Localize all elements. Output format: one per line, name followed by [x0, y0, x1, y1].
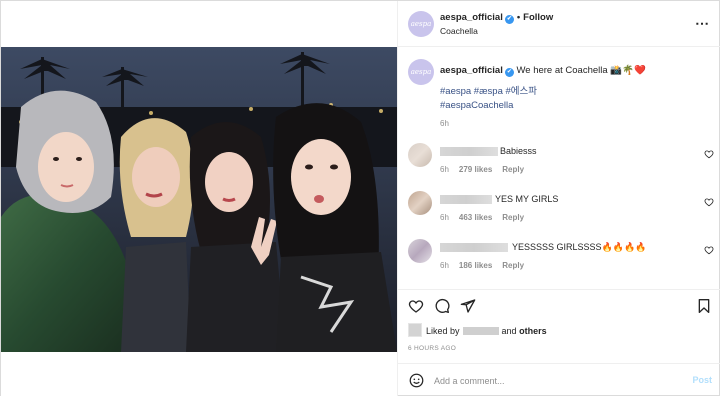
post-photo[interactable] [1, 47, 397, 352]
action-bar [398, 289, 720, 319]
comment-like-heart-icon[interactable] [704, 149, 714, 159]
author-line: aespa_official ✔ • Follow [440, 12, 553, 24]
likes-summary: Liked by and others [408, 323, 547, 337]
comment-likes[interactable]: 279 likes [459, 165, 492, 174]
comment-likes[interactable]: 186 likes [459, 261, 492, 270]
comment-text: YESSSSS GIRLSSSS🔥🔥🔥🔥 [512, 242, 647, 252]
comment-like-heart-icon[interactable] [704, 197, 714, 207]
post-header: aespa aespa_official ✔ • Follow Coachella ⋯ [398, 1, 720, 47]
comment-item: Babiesss 6h 279 likes Reply [398, 143, 720, 187]
comment-item: YES MY GIRLS 6h 463 likes Reply [398, 191, 720, 235]
comment-reply-button[interactable]: Reply [502, 213, 524, 222]
add-comment-bar: Post [398, 363, 720, 396]
author-username[interactable]: aespa_official [440, 12, 503, 23]
caption-text: We here at Coachella 📸🌴❤️ [516, 65, 646, 76]
comment-avatar[interactable] [408, 191, 432, 215]
caption-time: 6h [440, 119, 449, 128]
comment-meta: 6h 186 likes Reply [440, 261, 534, 270]
post-comment-button[interactable]: Post [692, 375, 712, 385]
liked-by-others-link[interactable]: others [519, 326, 547, 336]
photo-illustration [1, 47, 397, 352]
share-send-icon[interactable] [460, 298, 476, 314]
verified-badge-icon: ✔ [504, 15, 514, 24]
caption-username[interactable]: aespa_official [440, 65, 503, 76]
comment-reply-button[interactable]: Reply [502, 261, 524, 270]
post-timestamp[interactable]: 6 HOURS AGO [408, 345, 456, 352]
comment-item: YESSSSS GIRLSSSS🔥🔥🔥🔥 6h 186 likes Reply [398, 239, 720, 283]
emoji-smiley-icon[interactable] [409, 373, 424, 388]
liked-by-prefix: Liked by [426, 326, 460, 336]
comment-text: YES MY GIRLS [495, 194, 559, 204]
comment-like-heart-icon[interactable] [704, 245, 714, 255]
like-heart-icon[interactable] [408, 298, 424, 314]
liked-by-username-blurred[interactable] [462, 327, 499, 335]
comment-username-blurred[interactable] [440, 147, 498, 156]
comment-meta: 6h 463 likes Reply [440, 213, 534, 222]
caption-verified-icon: ✔ [504, 68, 514, 77]
comment-avatar[interactable] [408, 143, 432, 167]
more-options-icon[interactable]: ⋯ [695, 15, 710, 32]
caption-hashtags: #aespa #æspa #에스파 #aespaCoachella [440, 85, 537, 113]
add-comment-input[interactable] [434, 373, 674, 389]
comment-username-blurred[interactable] [440, 195, 492, 204]
comment-meta: 6h 279 likes Reply [440, 165, 534, 174]
caption-avatar[interactable]: aespa [408, 59, 434, 85]
comment-bubble-icon[interactable] [434, 298, 450, 314]
comment-username-blurred[interactable] [440, 243, 508, 252]
post-sidebar: aespa aespa_official ✔ • Follow Coachella ⋯… [397, 1, 720, 396]
hashtag-line-2[interactable]: #aespaCoachella [440, 99, 537, 113]
liked-by-avatar[interactable] [408, 323, 422, 337]
comment-avatar[interactable] [408, 239, 432, 263]
author-avatar[interactable]: aespa [408, 11, 434, 37]
post-modal: aespa aespa_official ✔ • Follow Coachella ⋯… [0, 0, 720, 396]
save-bookmark-icon[interactable] [696, 298, 712, 314]
separator-dot: • [516, 12, 521, 23]
comment-time: 6h [440, 261, 449, 270]
liked-by-and: and [501, 326, 517, 336]
caption-text-line: aespa_official ✔ We here at Coachella 📸🌴❤… [440, 64, 710, 77]
comment-time: 6h [440, 213, 449, 222]
comment-reply-button[interactable]: Reply [502, 165, 524, 174]
comment-likes[interactable]: 463 likes [459, 213, 492, 222]
comment-time: 6h [440, 165, 449, 174]
follow-button[interactable]: Follow [523, 12, 553, 23]
location-link[interactable]: Coachella [440, 26, 478, 36]
comment-text: Babiesss [500, 146, 537, 156]
media-panel [1, 1, 397, 396]
hashtag-line-1[interactable]: #aespa #æspa #에스파 [440, 85, 537, 99]
